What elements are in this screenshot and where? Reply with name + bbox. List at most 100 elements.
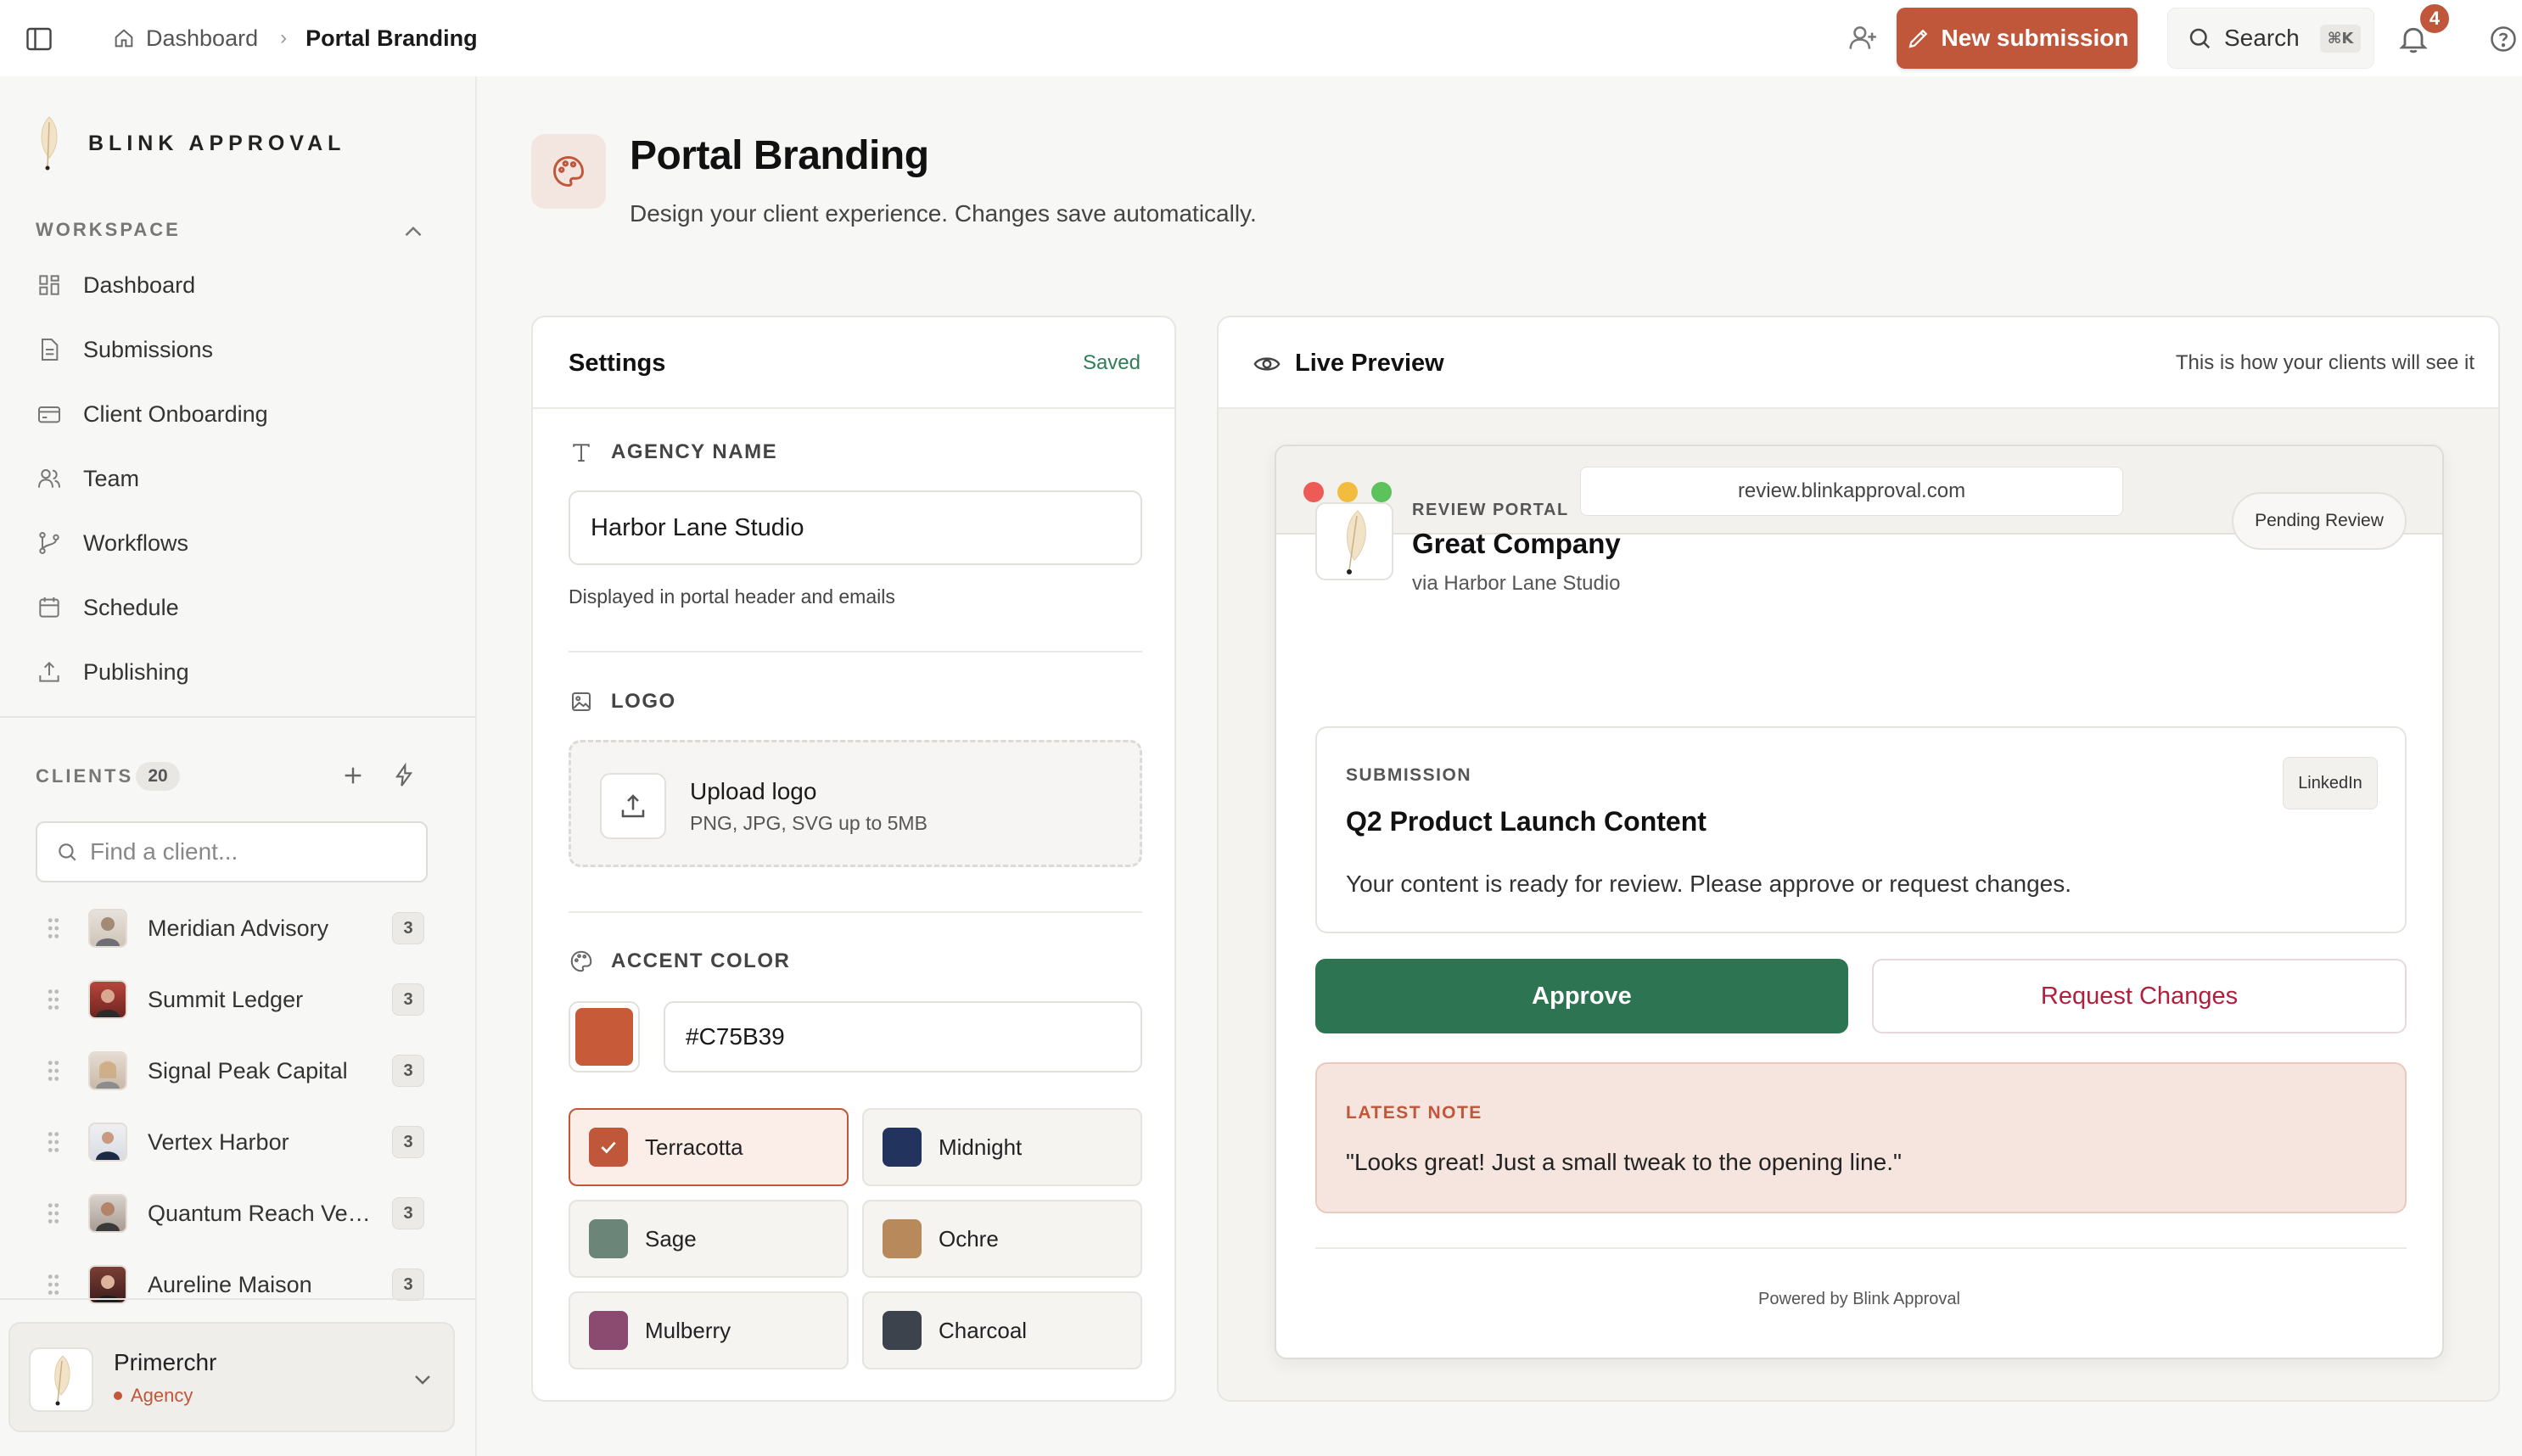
nav-item-submissions[interactable]: Submissions	[36, 326, 443, 373]
portal-label: REVIEW PORTAL	[1412, 501, 1569, 519]
agency-name-label: AGENCY NAME	[569, 440, 777, 465]
client-row-vertex-harbor[interactable]: Vertex Harbor 3	[44, 1117, 434, 1168]
client-row-quantum-reach[interactable]: Quantum Reach Ven... 3	[44, 1188, 434, 1239]
client-row-signal-peak-capital[interactable]: Signal Peak Capital 3	[44, 1045, 434, 1096]
accent-color-label: ACCENT COLOR	[569, 949, 790, 974]
nav-item-dashboard[interactable]: Dashboard	[36, 261, 443, 309]
clients-section-label: CLIENTS	[36, 765, 134, 787]
chevron-down-icon	[415, 1375, 430, 1385]
accent-hex-input[interactable]	[664, 1001, 1142, 1072]
account-switcher[interactable]: Primerchr Agency	[8, 1322, 455, 1432]
nav-item-schedule[interactable]: Schedule	[36, 584, 443, 631]
drag-handle-icon[interactable]	[44, 987, 63, 1012]
client-count-badge: 3	[392, 1197, 424, 1229]
client-row-aureline-maison[interactable]: Aureline Maison 3	[44, 1259, 434, 1310]
preset-terracotta[interactable]: Terracotta	[569, 1108, 849, 1186]
agency-name-input[interactable]	[569, 490, 1142, 565]
home-icon	[115, 29, 133, 48]
client-avatar	[88, 909, 127, 948]
chevron-up-icon[interactable]	[399, 217, 428, 246]
preset-mulberry[interactable]: Mulberry	[569, 1291, 849, 1369]
nav-item-client-onboarding[interactable]: Client Onboarding	[36, 390, 443, 438]
settings-title: Settings	[569, 350, 666, 377]
nav-item-team[interactable]: Team	[36, 455, 443, 502]
client-name: Summit Ledger	[148, 986, 304, 1012]
accent-color-swatch[interactable]	[569, 1001, 640, 1072]
logo-label-text: LOGO	[611, 690, 676, 713]
search-shortcut: ⌘K	[2319, 24, 2362, 53]
live-preview-title: Live Preview	[1295, 350, 1444, 377]
client-search-input[interactable]	[90, 838, 412, 865]
portal-header: REVIEW PORTAL Great Company via Harbor L…	[1276, 492, 2442, 672]
client-row-meridian-advisory[interactable]: Meridian Advisory 3	[44, 903, 434, 954]
nav-label: Workflows	[83, 529, 189, 556]
preset-ochre[interactable]: Ochre	[862, 1200, 1142, 1278]
request-changes-button[interactable]: Request Changes	[1872, 959, 2407, 1033]
feather-logo-icon	[54, 1355, 70, 1406]
drag-handle-icon[interactable]	[44, 916, 63, 941]
client-avatar	[88, 1194, 127, 1233]
breadcrumb-home-link[interactable]: Dashboard	[112, 25, 258, 52]
bolt-icon[interactable]	[390, 762, 418, 789]
agency-name-help: Displayed in portal header and emails	[569, 585, 895, 608]
color-chip	[589, 1219, 628, 1258]
nav-item-publishing[interactable]: Publishing	[36, 648, 443, 696]
logo-upload-dropzone[interactable]: Upload logo PNG, JPG, SVG up to 5MB	[569, 740, 1142, 867]
preset-label: Midnight	[939, 1134, 1023, 1160]
logo-label: LOGO	[569, 689, 676, 714]
account-logo	[29, 1347, 93, 1412]
brand[interactable]: BLINK APPROVAL	[34, 114, 345, 173]
client-row-summit-ledger[interactable]: Summit Ledger 3	[44, 974, 434, 1025]
approve-button[interactable]: Approve	[1315, 959, 1848, 1033]
client-avatar	[88, 1123, 127, 1162]
drag-handle-icon[interactable]	[44, 1201, 63, 1226]
nav-label: Submissions	[83, 336, 214, 362]
add-user-icon[interactable]	[1847, 22, 1879, 54]
new-submission-label: New submission	[1941, 25, 2129, 51]
drag-handle-icon[interactable]	[44, 1129, 63, 1155]
search-button[interactable]: Search ⌘K	[2167, 8, 2374, 69]
sidebar-toggle-icon[interactable]	[24, 24, 54, 54]
preset-charcoal[interactable]: Charcoal	[862, 1291, 1142, 1369]
drag-handle-icon[interactable]	[44, 1058, 63, 1084]
dashboard-grid-icon	[39, 275, 59, 295]
sidebar-divider	[0, 1298, 475, 1300]
portal-company: Great Company	[1412, 528, 1621, 559]
submission-card: SUBMISSION Q2 Product Launch Content You…	[1315, 726, 2407, 933]
sidebar: BLINK APPROVAL WORKSPACE Dashboard Submi…	[0, 76, 477, 1456]
text-type-icon	[573, 444, 590, 462]
sidebar-divider	[0, 716, 475, 718]
drag-handle-icon[interactable]	[44, 1272, 63, 1297]
help-icon[interactable]	[2488, 24, 2519, 54]
platform-badge: LinkedIn	[2283, 757, 2378, 809]
preset-sage[interactable]: Sage	[569, 1200, 849, 1278]
pending-review-badge: Pending Review	[2232, 492, 2407, 550]
nav-label: Publishing	[83, 658, 189, 685]
preset-label: Terracotta	[645, 1134, 743, 1160]
client-search-field[interactable]	[36, 821, 428, 882]
plus-icon[interactable]	[339, 762, 367, 789]
color-chip	[883, 1128, 922, 1167]
settings-card: Settings Saved AGENCY NAME Displayed in …	[531, 316, 1176, 1402]
new-submission-button[interactable]: New submission	[1897, 8, 2138, 69]
top-bar: Dashboard › Portal Branding New submissi…	[0, 0, 2522, 76]
preset-label: Ochre	[939, 1225, 999, 1252]
eye-icon	[1253, 357, 1281, 371]
workspace-section-label: WORKSPACE	[36, 219, 181, 240]
card-icon	[38, 406, 60, 423]
document-icon	[42, 339, 59, 361]
nav-label: Team	[83, 465, 140, 491]
preset-midnight[interactable]: Midnight	[862, 1108, 1142, 1186]
status-dot	[114, 1392, 122, 1400]
client-name: Aureline Maison	[148, 1271, 312, 1297]
breadcrumb-current: Portal Branding	[305, 25, 478, 51]
palette-icon	[570, 950, 592, 972]
notification-badge: 4	[2418, 2, 2452, 36]
submission-label: SUBMISSION	[1346, 765, 1472, 785]
preset-label: Sage	[645, 1225, 697, 1252]
breadcrumb: Dashboard › Portal Branding	[112, 0, 478, 76]
nav-item-workflows[interactable]: Workflows	[36, 519, 443, 567]
clients-count-badge: 20	[136, 762, 180, 791]
settings-card-header: Settings Saved	[533, 317, 1174, 409]
portal-via: via Harbor Lane Studio	[1412, 572, 1621, 595]
